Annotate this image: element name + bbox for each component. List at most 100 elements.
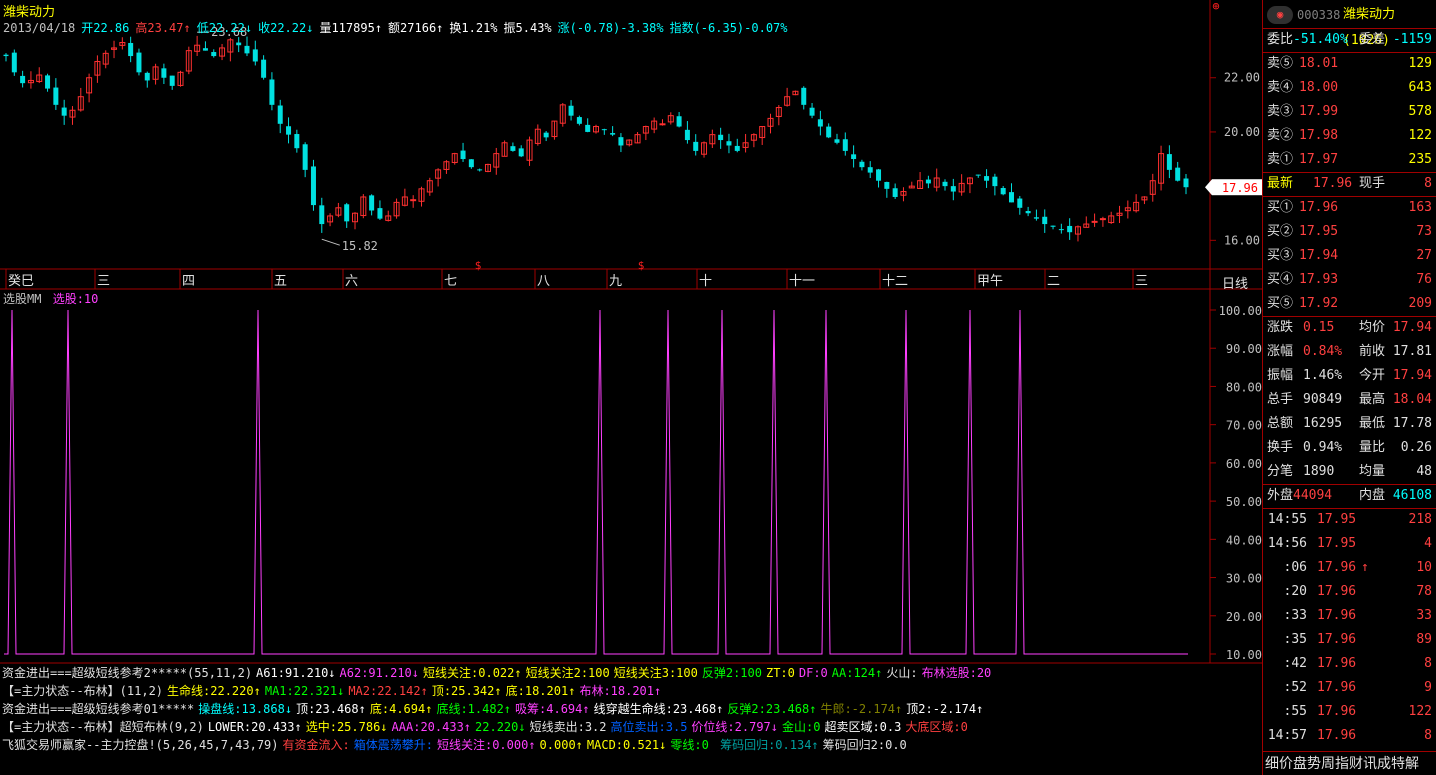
stat-label: 量比	[1359, 440, 1386, 455]
tick-price: 17.96	[1317, 584, 1357, 599]
volume-up-arrow-icon: ↑	[374, 21, 383, 35]
stat-value: 0.84%	[1303, 344, 1343, 359]
candle-body-down	[510, 146, 516, 151]
formula-segment: 短线关注:0.000↑	[436, 738, 536, 752]
period-label[interactable]: 日线	[1222, 273, 1248, 292]
formula-line: 飞狐交易师赢家--主力控盘!(5,26,45,7,43,79) 有资金流入: 箱体震…	[2, 737, 911, 754]
sell-volume: 578	[1408, 104, 1432, 119]
tick-volume: 8	[1424, 656, 1432, 671]
candle-body-down	[136, 52, 142, 73]
chart-canvas[interactable]: ⊕16.0018.0020.0022.0023.6815.82$$17.96癸巳…	[0, 0, 1262, 775]
sell-order-row: 卖⑤ 18.01 129	[1263, 52, 1436, 76]
candle-body-down	[1025, 211, 1031, 214]
candle-body-down	[842, 139, 848, 151]
bottom-tabs[interactable]: 细价盘势周指财讯成特解	[1265, 753, 1419, 773]
tick-row: :20 17.96 78	[1263, 580, 1436, 604]
month-label: 八	[537, 274, 550, 289]
formula-segment: 顶:25.342↑	[431, 684, 502, 698]
stat-label: 今开	[1359, 368, 1386, 383]
formula-segment: AA:124↑	[831, 666, 883, 680]
buy-volume: 163	[1408, 200, 1432, 215]
month-label: 六	[345, 274, 358, 289]
candle-body-down	[277, 105, 283, 124]
info-close: 收22.22	[258, 21, 307, 35]
sell-price: 17.97	[1299, 152, 1339, 167]
tick-price: 17.95	[1317, 512, 1357, 527]
tick-price: 17.96	[1317, 560, 1357, 575]
price-axis-label: 20.00	[1224, 125, 1260, 139]
quote-header: ◉ 000338 潍柴动力(1026)	[1263, 2, 1436, 48]
candle-body-down	[477, 169, 483, 171]
candle-body-up	[1091, 220, 1098, 223]
current-price-value: 17.96	[1222, 181, 1258, 195]
price-axis-label: 16.00	[1224, 233, 1260, 247]
buy-order-row: 买① 17.96 163	[1263, 196, 1436, 220]
stat-value: 0.15	[1303, 320, 1335, 335]
quote-stat-row: 总额 16295 最低 17.78	[1263, 412, 1436, 436]
quote-panel: ◉ 000338 潍柴动力(1026) 委比 -51.40% 委差 -1159 …	[1262, 0, 1436, 775]
formula-segment: 操盘线:13.868↓	[198, 702, 293, 716]
month-label: 七	[444, 274, 457, 289]
buy-order-row: 买③ 17.94 27	[1263, 244, 1436, 268]
formula-segment: MA1:22.321↓	[264, 684, 345, 698]
tick-price: 17.95	[1317, 536, 1357, 551]
candle-body-down	[1042, 216, 1048, 225]
stat-label: 分笔	[1267, 464, 1294, 479]
info-index: 指数(-6.35)-0.07%	[669, 21, 788, 35]
outer-label: 外盘	[1267, 488, 1294, 503]
indicator-axis-label: 90.00	[1226, 342, 1262, 356]
candle-body-down	[169, 75, 175, 86]
sell-volume: 643	[1408, 80, 1432, 95]
tick-time: :35	[1283, 632, 1307, 647]
tick-volume: 8	[1424, 728, 1432, 743]
stat-value: 48	[1416, 464, 1432, 479]
hand-label: 现手	[1359, 176, 1386, 191]
candle-body-down	[975, 174, 981, 176]
buy-order-row: 买⑤ 17.92 209	[1263, 292, 1436, 316]
candle-body-down	[851, 154, 857, 160]
candle-body-down	[826, 126, 832, 138]
tick-row: :06 17.96 ↑ 10	[1263, 556, 1436, 580]
candle-body-down	[884, 181, 890, 189]
tick-price: 17.96	[1317, 608, 1357, 623]
stat-value: 16295	[1303, 416, 1343, 431]
indicator-axis-label: 20.00	[1226, 610, 1262, 624]
candle-body-down	[269, 79, 275, 105]
candle-body-down	[244, 45, 250, 54]
formula-segment: MA2:22.142↑	[348, 684, 428, 698]
candle-body-up	[410, 199, 417, 202]
indicator-axis-label: 10.00	[1226, 648, 1262, 662]
tick-row: :33 17.96 33	[1263, 604, 1436, 628]
formula-segment: ZT:0	[765, 666, 795, 680]
candle-body-down	[734, 145, 740, 151]
info-amount: 额27166	[388, 21, 437, 35]
formula-segment: 短线关注3:100	[613, 666, 698, 680]
formula-line: 资金进出===超级短线参考2*****(55,11,2) A61:91.210↓ A…	[2, 665, 995, 682]
month-label: 四	[182, 274, 195, 289]
formula-segment: 布林:18.201↑	[579, 684, 662, 698]
sell-level-label: 卖②	[1267, 128, 1294, 143]
candle-body-down	[61, 107, 67, 116]
candle-body-down	[45, 75, 51, 89]
indicator-header: 选股MM 选股:10	[3, 290, 98, 307]
indicator-axis-label: 80.00	[1226, 380, 1262, 394]
candle-body-down	[876, 169, 882, 181]
candle-body-down	[377, 208, 383, 219]
candle-body-down	[684, 129, 690, 141]
candle-body-down	[236, 42, 242, 46]
chart-area[interactable]: ⊕16.0018.0020.0022.0023.6815.82$$17.96癸巳…	[0, 0, 1262, 775]
buy-level-label: 买①	[1267, 200, 1294, 215]
tick-time: :42	[1283, 656, 1307, 671]
quote-stat-row: 分笔 1890 均量 48	[1263, 460, 1436, 484]
formula-segment: DF:0	[798, 666, 828, 680]
tick-time: 14:57	[1267, 728, 1307, 743]
candle-body-down	[984, 176, 990, 181]
buy-level-label: 买③	[1267, 248, 1294, 263]
month-label: 三	[97, 274, 110, 289]
candle-body-down	[942, 181, 948, 187]
month-label: 十一	[789, 274, 815, 289]
candle-body-down	[1008, 192, 1014, 203]
min-price-label: 15.82	[342, 239, 378, 253]
weicha-value: -1159	[1392, 32, 1432, 47]
info-high: 高23.47	[135, 21, 184, 35]
